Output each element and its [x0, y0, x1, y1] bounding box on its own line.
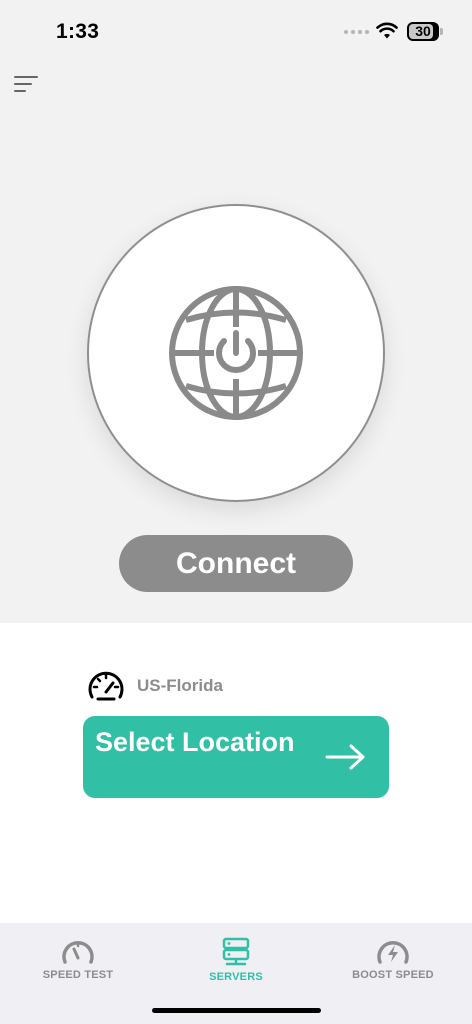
globe-power-icon [169, 286, 303, 420]
cellular-dots-icon [344, 30, 369, 34]
tab-label: SERVERS [209, 971, 263, 983]
tab-speed-test[interactable]: SPEED TEST [8, 937, 148, 981]
status-time: 1:33 [56, 20, 100, 43]
hamburger-menu-icon[interactable] [10, 70, 42, 98]
power-button[interactable] [87, 204, 385, 502]
battery-icon: 30 [407, 22, 439, 41]
tab-label: BOOST SPEED [352, 969, 434, 981]
current-server: US-Florida [86, 668, 223, 704]
battery-percentage: 30 [415, 23, 431, 39]
status-bar: 1:33 30 [0, 0, 472, 64]
server-stack-icon [222, 937, 250, 966]
tab-boost-speed[interactable]: BOOST SPEED [323, 937, 463, 981]
gauge-icon [62, 941, 94, 964]
arrow-right-icon [325, 744, 365, 770]
home-indicator [152, 1008, 321, 1013]
tab-label: SPEED TEST [42, 969, 114, 981]
wifi-icon [376, 22, 398, 39]
select-location-label: Select Location [95, 727, 295, 757]
tab-servers[interactable]: SERVERS [166, 937, 306, 983]
connect-button[interactable]: Connect [119, 535, 353, 592]
battery-cap [440, 28, 443, 35]
select-location-button[interactable]: Select Location [83, 716, 389, 798]
server-name: US-Florida [137, 676, 223, 695]
speedometer-icon [88, 671, 124, 701]
bolt-gauge-icon [377, 941, 409, 964]
